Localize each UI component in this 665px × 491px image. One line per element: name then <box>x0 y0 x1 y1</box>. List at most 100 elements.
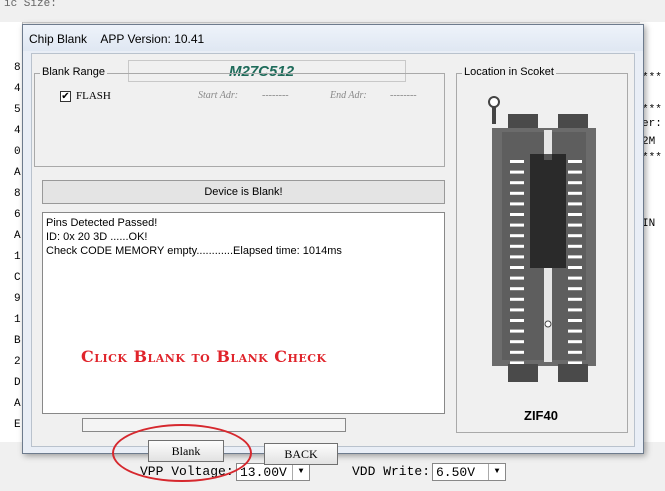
chevron-down-icon: ▼ <box>292 464 309 480</box>
blank-range-legend: Blank Range <box>40 66 107 78</box>
vpp-voltage-select[interactable]: 13.00V ▼ <box>236 463 310 481</box>
chip-blank-dialog: Chip Blank APP Version: 10.41 M27C512 Bl… <box>22 24 644 482</box>
socket-pin <box>510 308 524 312</box>
socket-pin <box>510 340 524 344</box>
bg-row-letter: A <box>14 230 21 242</box>
socket-pin <box>510 160 524 163</box>
annotation-text: Click Blank to Blank Check <box>81 347 327 366</box>
dialog-title-text: Chip Blank <box>29 32 88 46</box>
end-adr-label: End Adr: <box>330 90 367 101</box>
bg-right-text: *** <box>642 152 662 164</box>
back-button[interactable]: BACK <box>264 443 338 465</box>
bg-row-letter: 8 <box>14 188 21 200</box>
location-legend: Location in Scoket <box>462 66 556 78</box>
socket-pin <box>510 234 524 238</box>
socket-pin <box>568 223 582 227</box>
log-line: Check CODE MEMORY empty............Elaps… <box>46 245 342 257</box>
dialog-title: Chip Blank APP Version: 10.41 <box>29 32 204 46</box>
socket-pin <box>510 350 524 354</box>
bg-row-letter: 5 <box>14 104 21 116</box>
back-button-label: BACK <box>284 447 318 461</box>
bg-row-letter: 1 <box>14 251 21 263</box>
socket-pin <box>568 350 582 354</box>
bg-row-letter: A <box>14 398 21 410</box>
end-adr-value: -------- <box>390 90 417 101</box>
bg-row-letter: C <box>14 272 21 284</box>
socket-pin <box>568 287 582 291</box>
flash-checkbox[interactable]: ✔ <box>60 91 71 102</box>
chevron-down-icon: ▼ <box>488 464 505 480</box>
socket-pin <box>510 255 524 259</box>
socket-pin <box>568 170 582 174</box>
socket-pin <box>568 202 582 206</box>
bg-row-letter: D <box>14 377 21 389</box>
socket-pin <box>568 297 582 301</box>
bg-top-text: ic Size: <box>4 0 57 10</box>
socket-pin <box>568 191 582 195</box>
socket-pin <box>568 255 582 259</box>
socket-pin <box>510 287 524 291</box>
app-version: APP Version: 10.41 <box>100 32 205 46</box>
socket-pin <box>510 266 524 269</box>
dialog-titlebar[interactable]: Chip Blank APP Version: 10.41 <box>23 25 643 51</box>
check-icon: ✔ <box>61 91 70 102</box>
socket-pin <box>568 276 582 280</box>
socket-pin <box>568 160 582 163</box>
bg-row-letter: 8 <box>14 62 21 74</box>
vdd-write-label: VDD Write: <box>352 464 431 479</box>
log-line: ID: 0x 20 3D ......OK! <box>46 231 148 243</box>
socket-pin <box>568 213 582 216</box>
socket-pin <box>510 329 524 333</box>
bg-right-text: *** <box>642 72 662 84</box>
log-lines: Pins Detected Passed! ID: 0x 20 3D ......… <box>46 216 342 258</box>
socket-pin <box>510 191 524 195</box>
bg-left-column: 84540A86A1C91B2DAE <box>0 22 23 442</box>
socket-pin <box>568 361 582 365</box>
flash-label: FLASH <box>76 90 111 102</box>
bg-row-letter: B <box>14 335 21 347</box>
socket-pin <box>510 202 524 206</box>
log-panel[interactable]: Pins Detected Passed! ID: 0x 20 3D ......… <box>42 212 445 414</box>
socket-pin <box>568 244 582 248</box>
highlight-ellipse <box>112 424 252 482</box>
socket-pin <box>568 181 582 185</box>
status-bar: Device is Blank! <box>42 180 445 204</box>
socket-pin <box>510 276 524 280</box>
dialog-client-area: M27C512 Blank Range ✔ FLASH Start Adr: -… <box>31 53 635 482</box>
socket-pin <box>568 329 582 333</box>
bg-top-strip: ic Size: <box>0 0 665 23</box>
vdd-write-select[interactable]: 6.50V ▼ <box>432 463 506 481</box>
zif40-socket-icon <box>488 96 596 382</box>
start-adr-label: Start Adr: <box>198 90 239 101</box>
bg-row-letter: 4 <box>14 125 21 137</box>
vpp-voltage-value: 13.00V <box>240 465 287 480</box>
blank-range-group <box>34 73 445 167</box>
socket-pin <box>510 213 524 216</box>
vdd-write-value: 6.50V <box>436 465 476 480</box>
socket-label: ZIF40 <box>524 408 558 423</box>
socket-pin <box>568 234 582 238</box>
socket-pin <box>510 170 524 174</box>
bg-row-letter: E <box>14 419 21 431</box>
bg-row-letter: 6 <box>14 209 21 221</box>
socket-pin <box>568 319 582 322</box>
bg-row-letter: 0 <box>14 146 21 158</box>
socket-pin <box>568 308 582 312</box>
socket-pin <box>568 340 582 344</box>
socket-pin <box>510 223 524 227</box>
bg-row-letter: 1 <box>14 314 21 326</box>
socket-pin <box>568 266 582 269</box>
socket-pin <box>510 181 524 185</box>
socket-pin <box>510 319 524 322</box>
bg-right-text: er: <box>642 118 662 130</box>
socket-pin <box>510 361 524 365</box>
socket-pin <box>510 244 524 248</box>
bg-row-letter: 9 <box>14 293 21 305</box>
bg-row-letter: 4 <box>14 83 21 95</box>
start-adr-value: -------- <box>262 90 289 101</box>
bg-row-letter: A <box>14 167 21 179</box>
bg-right-text: *** <box>642 104 662 116</box>
status-text: Device is Blank! <box>204 186 283 198</box>
socket-pin <box>510 297 524 301</box>
log-line: Pins Detected Passed! <box>46 217 158 229</box>
